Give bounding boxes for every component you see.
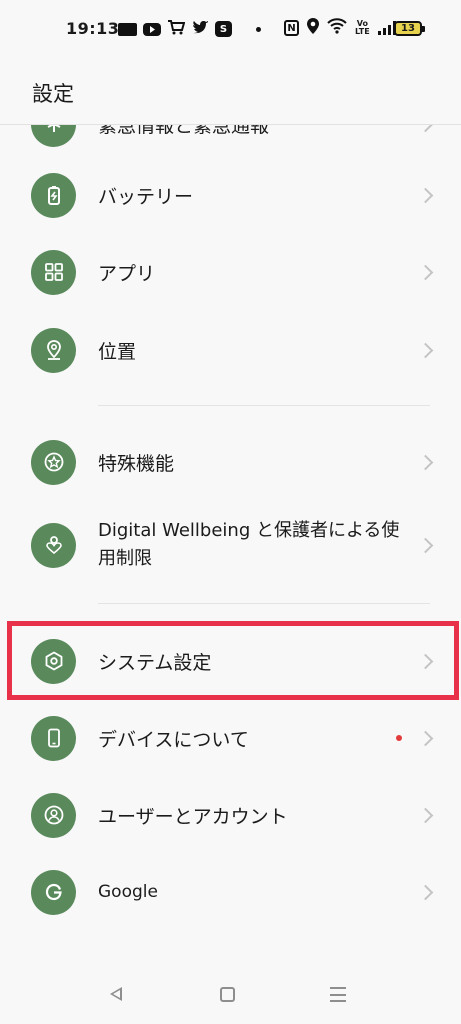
chevron-right-icon	[417, 342, 434, 358]
location-icon	[307, 18, 319, 38]
notification-badge	[396, 735, 402, 741]
highlight-frame	[7, 621, 459, 700]
settings-item-google[interactable]: Google	[0, 853, 461, 931]
settings-item-wellbeing[interactable]: Digital Wellbeing と保護者による使用制限	[0, 505, 461, 585]
page-title: 設定	[32, 82, 74, 106]
chevron-right-icon	[417, 125, 434, 132]
navigation-bar	[0, 965, 461, 1024]
settings-item-location[interactable]: 位置	[0, 311, 461, 389]
settings-list: 緊急情報と緊急通報 バッテリー アプリ 位置 特殊機能 Digital Well…	[0, 125, 461, 965]
wifi-icon	[327, 18, 347, 38]
emergency-icon	[31, 125, 76, 147]
cart-icon	[167, 19, 186, 39]
battery-level: 13	[394, 21, 425, 36]
apps-grid-icon	[31, 249, 76, 295]
s-app-icon: S	[215, 21, 232, 37]
settings-item-about[interactable]: デバイスについて	[0, 699, 461, 777]
settings-item-battery[interactable]: バッテリー	[0, 156, 461, 234]
settings-item-label: Google	[98, 882, 158, 902]
section-divider	[98, 603, 430, 604]
volte-bottom: LTE	[355, 27, 370, 36]
chevron-right-icon	[417, 264, 434, 280]
settings-item-label: デバイスについて	[98, 728, 249, 751]
chevron-right-icon	[417, 807, 434, 823]
heart-person-icon	[31, 522, 76, 568]
volte-icon: Vo LTE	[355, 20, 370, 36]
nfc-icon: N	[284, 20, 299, 36]
location-pin-icon	[31, 327, 76, 373]
settings-item-label: 特殊機能	[98, 452, 175, 475]
status-bar: 19:13 S N Vo LTE 13	[0, 0, 461, 58]
settings-item-label: 緊急情報と緊急通報	[98, 125, 270, 137]
settings-item-accounts[interactable]: ユーザーとアカウント	[0, 776, 461, 854]
home-icon[interactable]	[220, 987, 235, 1002]
recents-icon[interactable]	[330, 987, 346, 1002]
news-icon	[118, 22, 137, 36]
settings-item-label: 位置	[98, 340, 137, 363]
signal-icon	[377, 21, 396, 35]
system-icons: N Vo LTE	[284, 18, 396, 38]
chevron-right-icon	[417, 187, 434, 203]
phone-device-icon	[31, 715, 76, 761]
more-dot-icon	[256, 26, 261, 32]
chevron-right-icon	[417, 537, 434, 553]
chevron-right-icon	[417, 730, 434, 746]
settings-item-label: Digital Wellbeing と保護者による使用制限	[98, 520, 400, 569]
twitter-icon	[191, 20, 209, 39]
status-time: 19:13	[66, 19, 120, 38]
notification-icons: S	[118, 19, 261, 39]
google-g-icon	[31, 869, 76, 915]
youtube-icon	[143, 22, 161, 36]
chevron-right-icon	[417, 884, 434, 900]
section-divider	[98, 405, 430, 406]
back-icon[interactable]	[110, 987, 122, 1001]
battery-icon	[31, 172, 76, 218]
settings-item-apps[interactable]: アプリ	[0, 233, 461, 311]
settings-item-label: ユーザーとアカウント	[98, 805, 288, 828]
chevron-right-icon	[417, 454, 434, 470]
settings-item-label: アプリ	[98, 262, 156, 285]
user-circle-icon	[31, 792, 76, 838]
settings-item-label: バッテリー	[98, 185, 194, 208]
settings-item-accessibility[interactable]: 特殊機能	[0, 423, 461, 501]
star-circle-icon	[31, 439, 76, 485]
